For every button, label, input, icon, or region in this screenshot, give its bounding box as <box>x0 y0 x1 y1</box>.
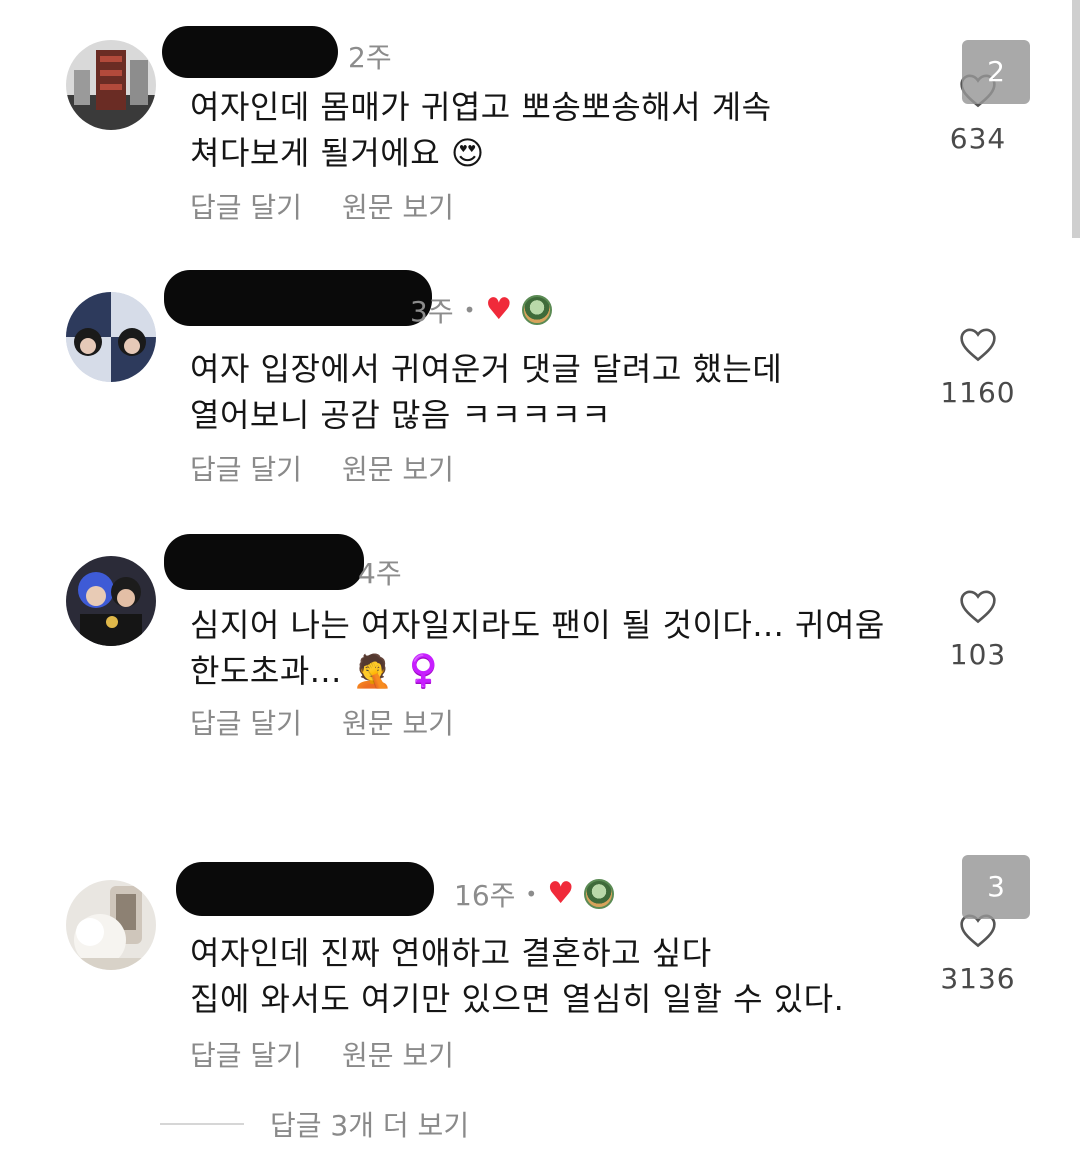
like-button[interactable]: 103 <box>928 588 1028 671</box>
comment-time: 2주 <box>348 41 392 74</box>
comment-line: 여자인데 몸매가 귀엽고 뽀송뽀송해서 계속 <box>190 88 772 126</box>
avatar[interactable] <box>66 40 156 130</box>
like-count: 3136 <box>940 962 1016 995</box>
like-count: 634 <box>949 122 1007 155</box>
separator-dot: • <box>525 882 538 906</box>
comment-line: 여자인데 진짜 연애하고 결혼하고 싶다 <box>190 934 712 972</box>
comment-actions: 답글 달기 원문 보기 <box>190 702 454 742</box>
comment-line: 집에 와서도 여기만 있으면 열심히 일할 수 있다. <box>190 980 845 1018</box>
comment-line: 여자 입장에서 귀여운거 댓글 달려고 했는데 <box>190 350 783 388</box>
comment-text: 여자 입장에서 귀여운거 댓글 달려고 했는데 열어보니 공감 많음 ㅋㅋㅋㅋㅋ <box>190 346 930 438</box>
heart-outline-icon <box>960 328 996 362</box>
comment-text: 심지어 나는 여자일지라도 팬이 될 것이다... 귀여움 한도초과... 🤦 … <box>190 602 930 694</box>
creator-avatar-icon <box>522 295 553 325</box>
like-button[interactable]: 3136 <box>928 912 1028 995</box>
divider-line <box>160 1123 244 1125</box>
view-original-button[interactable]: 원문 보기 <box>342 186 454 226</box>
redacted-username <box>164 270 432 326</box>
comment-time: 3주 • ♥ <box>410 290 553 330</box>
comment-time: 4주 <box>358 557 402 590</box>
comment-line: 한도초과... 🤦 ♀️ <box>190 652 444 690</box>
avatar[interactable] <box>66 292 156 382</box>
reply-button[interactable]: 답글 달기 <box>190 1034 302 1074</box>
comment-text: 여자인데 몸매가 귀엽고 뽀송뽀송해서 계속 쳐다보게 될거에요 😍 <box>190 84 930 176</box>
view-original-button[interactable]: 원문 보기 <box>342 448 454 488</box>
like-count: 103 <box>949 638 1007 671</box>
reply-button[interactable]: 답글 달기 <box>190 702 302 742</box>
translation-badge: 3 <box>962 855 1030 919</box>
view-original-button[interactable]: 원문 보기 <box>342 1034 454 1074</box>
view-more-replies-label[interactable]: 답글 3개 더 보기 <box>270 1104 469 1144</box>
separator-dot: • <box>463 298 476 322</box>
comment-line: 심지어 나는 여자일지라도 팬이 될 것이다... 귀여움 <box>190 606 885 644</box>
like-count: 1160 <box>940 376 1016 409</box>
heart-outline-icon <box>960 590 996 624</box>
scrollbar[interactable] <box>1072 0 1080 238</box>
like-button[interactable]: 1160 <box>928 326 1028 409</box>
creator-heart-icon: ♥ <box>547 876 575 911</box>
reply-button[interactable]: 답글 달기 <box>190 186 302 226</box>
comment-actions: 답글 달기 원문 보기 <box>190 1034 454 1074</box>
view-more-replies[interactable]: 답글 3개 더 보기 <box>160 1104 469 1144</box>
comment-text: 여자인데 진짜 연애하고 결혼하고 싶다 집에 와서도 여기만 있으면 열심히 … <box>190 930 930 1022</box>
redacted-username <box>176 862 434 916</box>
comment-line: 열어보니 공감 많음 ㅋㅋㅋㅋㅋ <box>190 396 612 434</box>
creator-heart-icon: ♥ <box>485 292 513 327</box>
redacted-username <box>162 26 338 78</box>
avatar[interactable] <box>66 556 156 646</box>
translation-badge: 2 <box>962 40 1030 104</box>
redacted-username <box>164 534 364 590</box>
reply-button[interactable]: 답글 달기 <box>190 448 302 488</box>
comment-line: 쳐다보게 될거에요 😍 <box>190 134 485 172</box>
comment-time: 16주 • ♥ <box>454 874 615 914</box>
view-original-button[interactable]: 원문 보기 <box>342 702 454 742</box>
avatar[interactable] <box>66 880 156 970</box>
comment-actions: 답글 달기 원문 보기 <box>190 186 454 226</box>
comment-actions: 답글 달기 원문 보기 <box>190 448 454 488</box>
creator-avatar-icon <box>584 879 615 909</box>
